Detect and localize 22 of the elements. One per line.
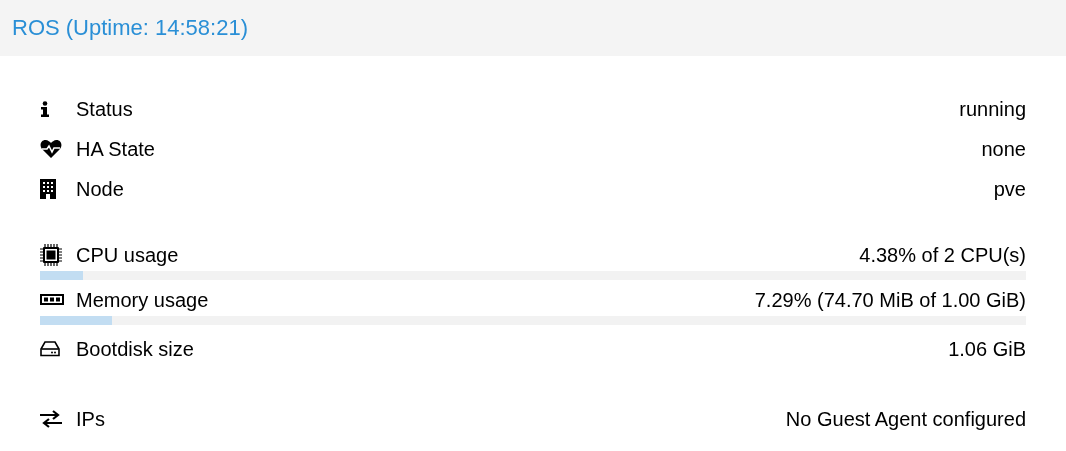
- field-value: pve: [993, 177, 1026, 201]
- field-value: No Guest Agent configured: [785, 407, 1026, 431]
- field-label: Status: [76, 97, 133, 121]
- field-label: HA State: [76, 137, 155, 161]
- field-value: 7.29% (74.70 MiB of 1.00 GiB): [754, 288, 1026, 312]
- building-icon: [40, 179, 56, 199]
- info-icon: [40, 101, 50, 117]
- field-value: 1.06 GiB: [948, 337, 1026, 361]
- field-label: Node: [76, 177, 124, 201]
- field-label: IPs: [76, 407, 105, 431]
- panel-title: ROS (Uptime: 14:58:21): [12, 15, 248, 41]
- field-label: Bootdisk size: [76, 337, 194, 361]
- field-label: CPU usage: [76, 243, 179, 267]
- field-label: Memory usage: [76, 288, 209, 312]
- chip-icon: [40, 244, 62, 266]
- field-value: running: [959, 97, 1026, 121]
- field-value: none: [981, 137, 1026, 161]
- swap-arrows-icon: [40, 410, 62, 428]
- memory-icon: [40, 294, 64, 306]
- field-value: 4.38% of 2 CPU(s): [859, 243, 1026, 267]
- heartbeat-icon: [40, 140, 62, 158]
- hard-drive-icon: [40, 341, 60, 357]
